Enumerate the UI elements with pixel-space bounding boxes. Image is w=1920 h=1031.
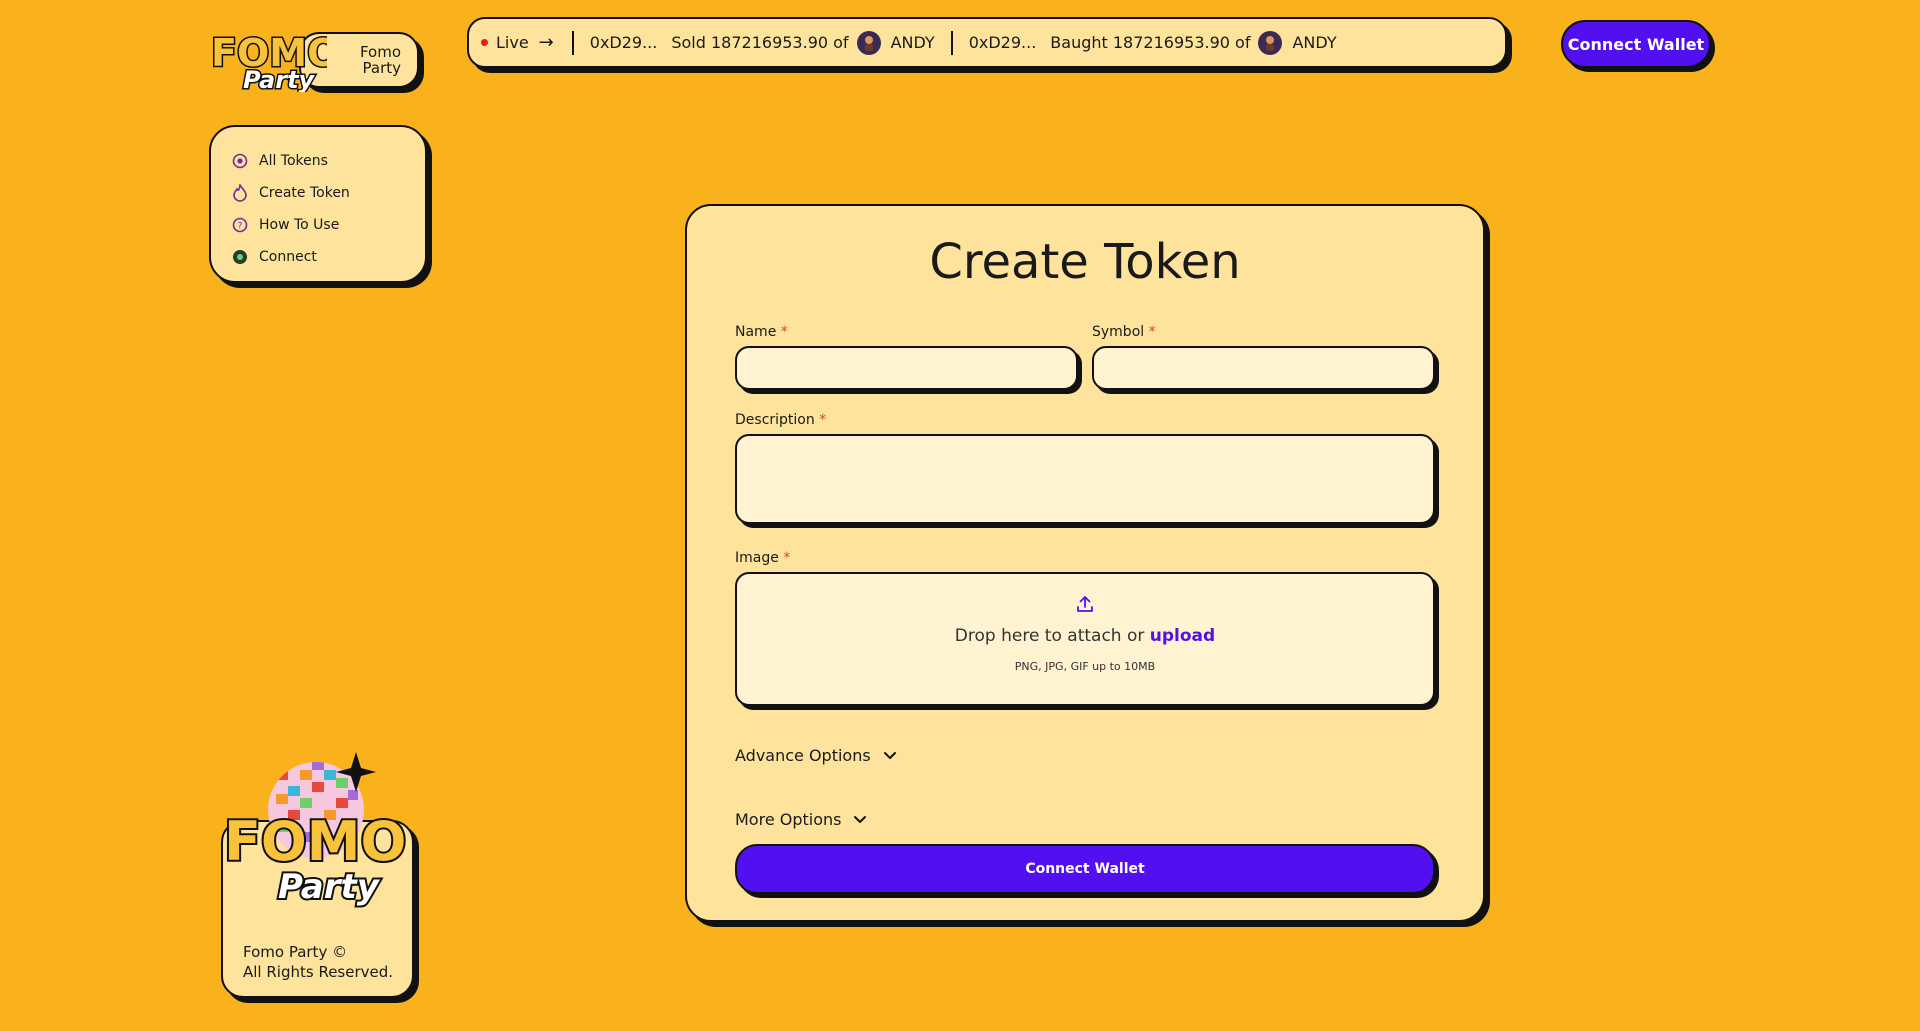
ticker-action: Baught 187216953.90 of (1050, 33, 1251, 52)
submit-connect-wallet-button[interactable]: Connect Wallet (735, 844, 1435, 894)
token-avatar-icon (1258, 30, 1283, 55)
live-dot-icon (481, 39, 488, 46)
chevron-down-icon (883, 746, 897, 765)
token-avatar-icon (856, 30, 881, 55)
connect-wallet-button[interactable]: Connect Wallet (1561, 20, 1711, 68)
required-mark: * (783, 550, 791, 566)
required-mark: * (1148, 324, 1156, 340)
ticker-address[interactable]: 0xD29... (969, 33, 1037, 52)
upload-hint: PNG, JPG, GIF up to 10MB (1014, 660, 1156, 673)
brand-tag-line1: Fomo (359, 43, 401, 61)
chevron-down-icon (853, 810, 867, 829)
footer-line1: Fomo Party © (243, 943, 348, 961)
description-label-text: Description (735, 412, 815, 428)
name-label-text: Name (735, 324, 777, 340)
more-options-toggle[interactable]: More Options (735, 804, 1435, 834)
sidebar-item-connect[interactable]: Connect (231, 241, 425, 273)
sidebar-item-create-token[interactable]: Create Token (231, 177, 425, 209)
sidebar-item-how-to-use[interactable]: ? How To Use (231, 209, 425, 241)
more-options-label: More Options (735, 809, 842, 829)
symbol-label: Symbol * (1092, 324, 1435, 340)
question-icon: ? (231, 216, 249, 234)
symbol-input[interactable] (1092, 346, 1435, 390)
required-mark: * (780, 324, 788, 340)
sidebar-nav: All Tokens Create Token ? How To Use Con… (209, 125, 427, 283)
advance-options-label: Advance Options (735, 745, 871, 765)
arrow-right-icon: → (538, 32, 554, 53)
upload-text: Drop here to attach or (954, 626, 1145, 646)
ticker-action: Sold 187216953.90 of (671, 33, 849, 52)
name-input[interactable] (735, 346, 1078, 390)
svg-text:FOMO: FOMO (224, 810, 406, 873)
brand-tag-line2: Party (362, 59, 402, 77)
fomo-party-logo-icon: FOMO Party (210, 30, 328, 93)
tokens-icon (231, 152, 249, 170)
required-mark: * (819, 412, 827, 428)
description-textarea[interactable] (735, 434, 1435, 524)
svg-text:Party: Party (278, 867, 381, 907)
ticker-address[interactable]: 0xD29... (590, 33, 658, 52)
upload-link[interactable]: upload (1150, 626, 1215, 646)
image-label: Image * (735, 550, 1435, 566)
svg-text:?: ? (238, 222, 243, 232)
sidebar-item-label: How To Use (259, 217, 340, 233)
upload-icon (1075, 594, 1095, 618)
sidebar-item-label: Create Token (259, 185, 350, 201)
create-token-card: Create Token Name * Symbol * Description… (685, 204, 1485, 922)
disco-ball-logo-icon: FOMO Party (222, 752, 408, 909)
symbol-label-text: Symbol (1092, 324, 1145, 340)
wallet-icon (231, 248, 249, 266)
sidebar-item-label: Connect (259, 249, 317, 265)
ticker-divider (571, 30, 574, 55)
footer-line2: All Rights Reserved. (243, 963, 394, 981)
flame-icon (231, 184, 249, 202)
ticker-token[interactable]: ANDY (891, 33, 935, 52)
advance-options-toggle[interactable]: Advance Options (735, 740, 1435, 770)
upload-instructions: Drop here to attach or upload (955, 626, 1215, 646)
page-title: Create Token (929, 234, 1241, 290)
live-ticker: Live → 0xD29... Sold 187216953.90 of AND… (467, 17, 1507, 68)
brand-logo[interactable]: Fomo Party FOMO Party (207, 20, 425, 92)
sidebar-item-label: All Tokens (259, 153, 328, 169)
ticker-token[interactable]: ANDY (1292, 33, 1336, 52)
ticker-divider (950, 30, 953, 55)
description-label: Description * (735, 412, 1435, 428)
live-label: Live (496, 33, 529, 52)
svg-text:Party: Party (243, 66, 316, 92)
sidebar-item-all-tokens[interactable]: All Tokens (231, 145, 425, 177)
name-label: Name * (735, 324, 1078, 340)
image-label-text: Image (735, 550, 779, 566)
image-dropzone[interactable]: Drop here to attach or upload PNG, JPG, … (735, 572, 1435, 706)
